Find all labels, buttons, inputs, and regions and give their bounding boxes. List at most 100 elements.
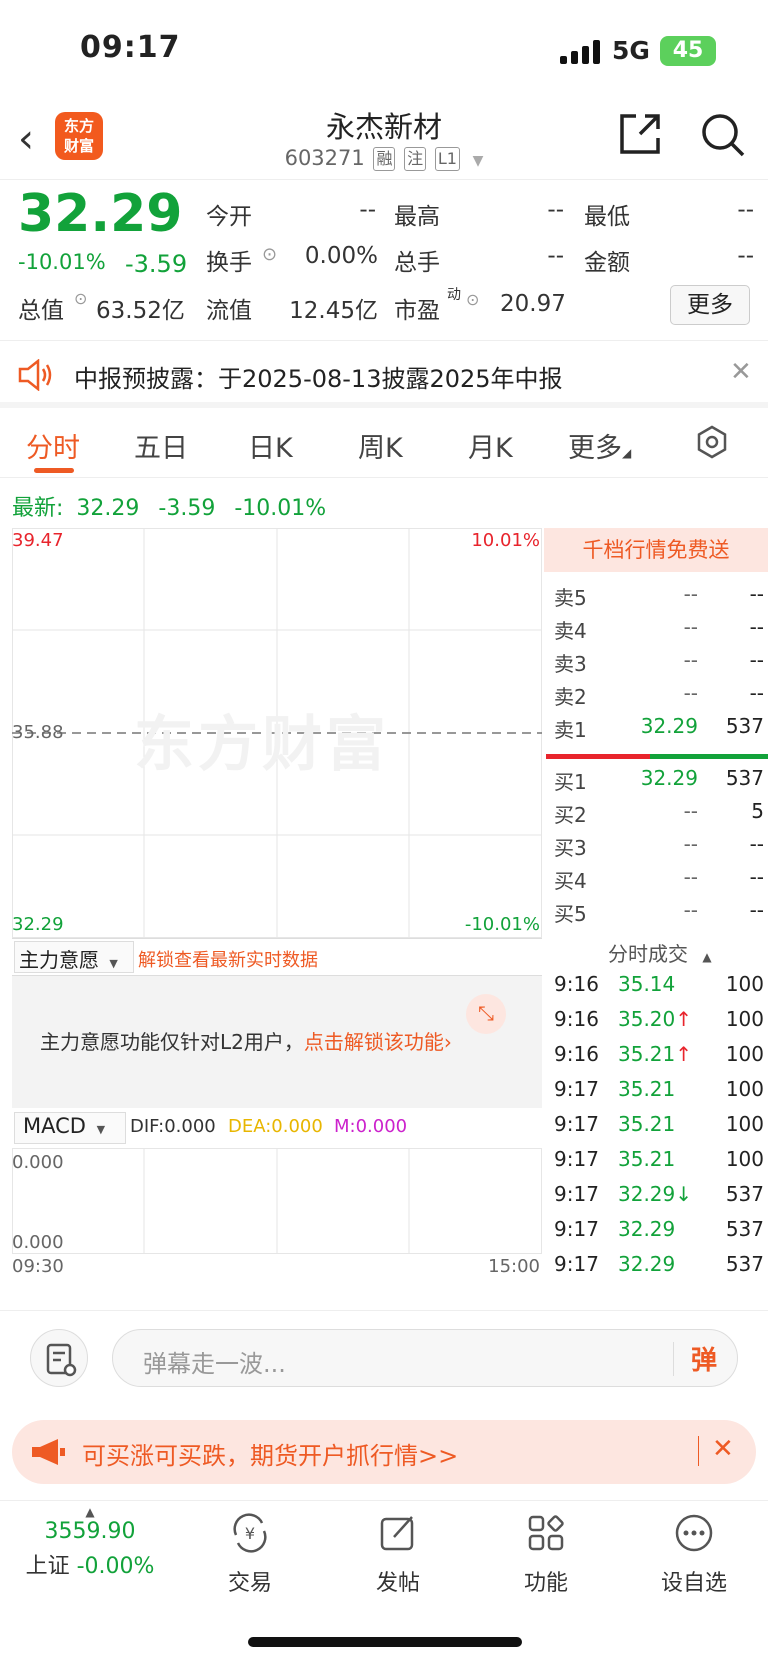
divider: [698, 1436, 699, 1466]
bid4-price: --: [683, 865, 698, 889]
stock-header: ‹ 东方 财富 永杰新材 603271 融 注 L1 ▼: [0, 100, 768, 180]
unlock-feature-link[interactable]: 点击解锁该功能: [304, 1030, 444, 1054]
tab-five-day[interactable]: 五日: [134, 426, 188, 465]
amount-label: 金额: [584, 250, 630, 276]
stock-code: 603271: [284, 146, 365, 170]
pct-axis-top: 10.01%: [471, 530, 540, 551]
info-icon[interactable]: ⊙: [466, 290, 479, 309]
volume-value: --: [547, 243, 564, 269]
x-axis-start: 09:30: [12, 1256, 64, 1277]
tick-time: 9:17: [554, 1217, 599, 1241]
ask1-label: 卖1: [554, 718, 587, 742]
tick-vol: 537: [725, 1252, 764, 1276]
ask2-label: 卖2: [554, 685, 587, 709]
ask1-price: 32.29: [640, 714, 698, 738]
tick-time: 9:17: [554, 1182, 599, 1206]
indicator-selector-label: MACD: [23, 1114, 86, 1138]
signal-icon: [560, 40, 602, 64]
tick-vol: 537: [725, 1182, 764, 1206]
buy-ratio-bar: [650, 754, 768, 759]
main-wish-lock-box[interactable]: 主力意愿功能仅针对L2用户，点击解锁该功能› ⤡: [12, 976, 542, 1108]
tag-level: L1: [434, 147, 460, 171]
danmaku-button[interactable]: 弹: [691, 1340, 717, 1377]
caret-up-icon: ▲: [85, 1505, 95, 1519]
settings-icon[interactable]: [694, 424, 730, 460]
tick-price: 35.21: [618, 1147, 675, 1171]
tick-price-value: 35.14: [618, 972, 676, 996]
bid5-vol: --: [749, 898, 764, 922]
tick-price-value: 35.20: [618, 1007, 676, 1031]
latest-price: 32.29: [76, 496, 140, 521]
nav-post[interactable]: 发帖: [338, 1511, 458, 1597]
level2-promo-banner[interactable]: 千档行情免费送: [544, 528, 768, 572]
y-axis-mid: 35.88: [12, 722, 64, 743]
tick-time: 9:16: [554, 1042, 599, 1066]
tab-monthly-k[interactable]: 月K: [468, 426, 513, 465]
low-value: --: [737, 197, 754, 223]
ask1-vol: 537: [725, 714, 764, 738]
tick-vol: 100: [725, 1007, 764, 1031]
info-icon[interactable]: ⊙: [262, 244, 277, 265]
tick-time: 9:17: [554, 1252, 599, 1276]
macd-chart[interactable]: 0.000 0.000 09:30 15:00: [12, 1148, 542, 1277]
index-widget[interactable]: ▲ 3559.90 上证 -0.00%: [10, 1505, 170, 1580]
ask5-label: 卖5: [554, 586, 587, 610]
main-wish-selector-label: 主力意愿: [19, 948, 99, 972]
more-quote-button[interactable]: 更多: [670, 285, 750, 325]
ticks-title[interactable]: 分时成交 ▲: [608, 938, 712, 967]
turnover-label: 换手: [206, 250, 252, 276]
status-time: 09:17: [80, 30, 181, 65]
danmaku-input[interactable]: 弹幕走一波... 弹: [112, 1329, 738, 1387]
bid1-vol: 537: [725, 766, 764, 790]
index-change: -0.00%: [76, 1554, 155, 1579]
lock-message: 主力意愿功能仅针对L2用户，点击解锁该功能›: [40, 1026, 452, 1055]
notice-bar[interactable]: 中报预披露：于2025-08-13披露2025年中报 ✕: [0, 340, 768, 408]
megaphone-icon: [32, 1439, 65, 1465]
futures-ad-banner[interactable]: 可买涨可买跌，期货开户抓行情>> ✕: [12, 1420, 756, 1484]
pe-superscript: 动: [447, 287, 461, 303]
watermark: 东方财富: [134, 710, 390, 780]
x-axis-end: 15:00: [488, 1256, 540, 1277]
expand-icon[interactable]: ⤡: [466, 994, 506, 1034]
close-icon[interactable]: ✕: [730, 357, 752, 387]
tick-vol: 100: [725, 1042, 764, 1066]
nav-functions[interactable]: 功能: [486, 1511, 606, 1597]
search-icon[interactable]: [700, 112, 746, 158]
up-arrow-icon: ↑: [675, 1007, 693, 1031]
trade-icon: ¥: [233, 1513, 267, 1553]
home-indicator[interactable]: [248, 1637, 522, 1647]
change-percent: -10.01%: [18, 250, 106, 274]
close-icon[interactable]: ✕: [712, 1434, 734, 1464]
edit-icon: [380, 1516, 414, 1551]
amount-value: --: [737, 243, 754, 269]
tab-intraday[interactable]: 分时: [26, 426, 80, 465]
latest-percent: -10.01%: [234, 496, 327, 521]
nav-trade[interactable]: ¥ 交易: [190, 1511, 310, 1597]
tick-vol: 537: [725, 1217, 764, 1241]
ask3-label: 卖3: [554, 652, 587, 676]
last-price: 32.29: [18, 184, 183, 244]
tab-more[interactable]: 更多◢: [568, 426, 631, 465]
nav-add-watchlist[interactable]: 设自选: [634, 1511, 754, 1597]
bid2-vol: 5: [751, 799, 764, 823]
tab-weekly-k[interactable]: 周K: [358, 426, 403, 465]
indicator-selector[interactable]: MACD ▼: [14, 1112, 126, 1144]
tab-daily-k[interactable]: 日K: [248, 426, 293, 465]
share-icon[interactable]: [618, 112, 662, 156]
more-dots-icon: [675, 1514, 713, 1552]
info-icon[interactable]: ⊙: [74, 289, 87, 308]
latest-change: -3.59: [158, 496, 216, 521]
main-wish-selector[interactable]: 主力意愿 ▼: [14, 941, 134, 973]
low-label: 最低: [584, 204, 630, 230]
ask2-price: --: [683, 681, 698, 705]
tick-vol: 100: [725, 972, 764, 996]
unlock-link[interactable]: 解锁查看最新实时数据: [138, 946, 318, 972]
market-cap-value: 63.52亿: [96, 298, 185, 324]
tick-price-value: 32.29: [618, 1182, 676, 1206]
intraday-chart[interactable]: 东方财富 39.47 35.88 32.29 10.01% -10.01%: [12, 528, 542, 938]
chart-tabs: 分时 五日 日K 周K 月K 更多◢: [0, 408, 768, 478]
tick-price: 35.21: [618, 1112, 675, 1136]
comment-list-icon[interactable]: [30, 1329, 88, 1387]
pct-axis-bottom: -10.01%: [464, 914, 540, 935]
sell-ratio-bar: [546, 754, 650, 759]
